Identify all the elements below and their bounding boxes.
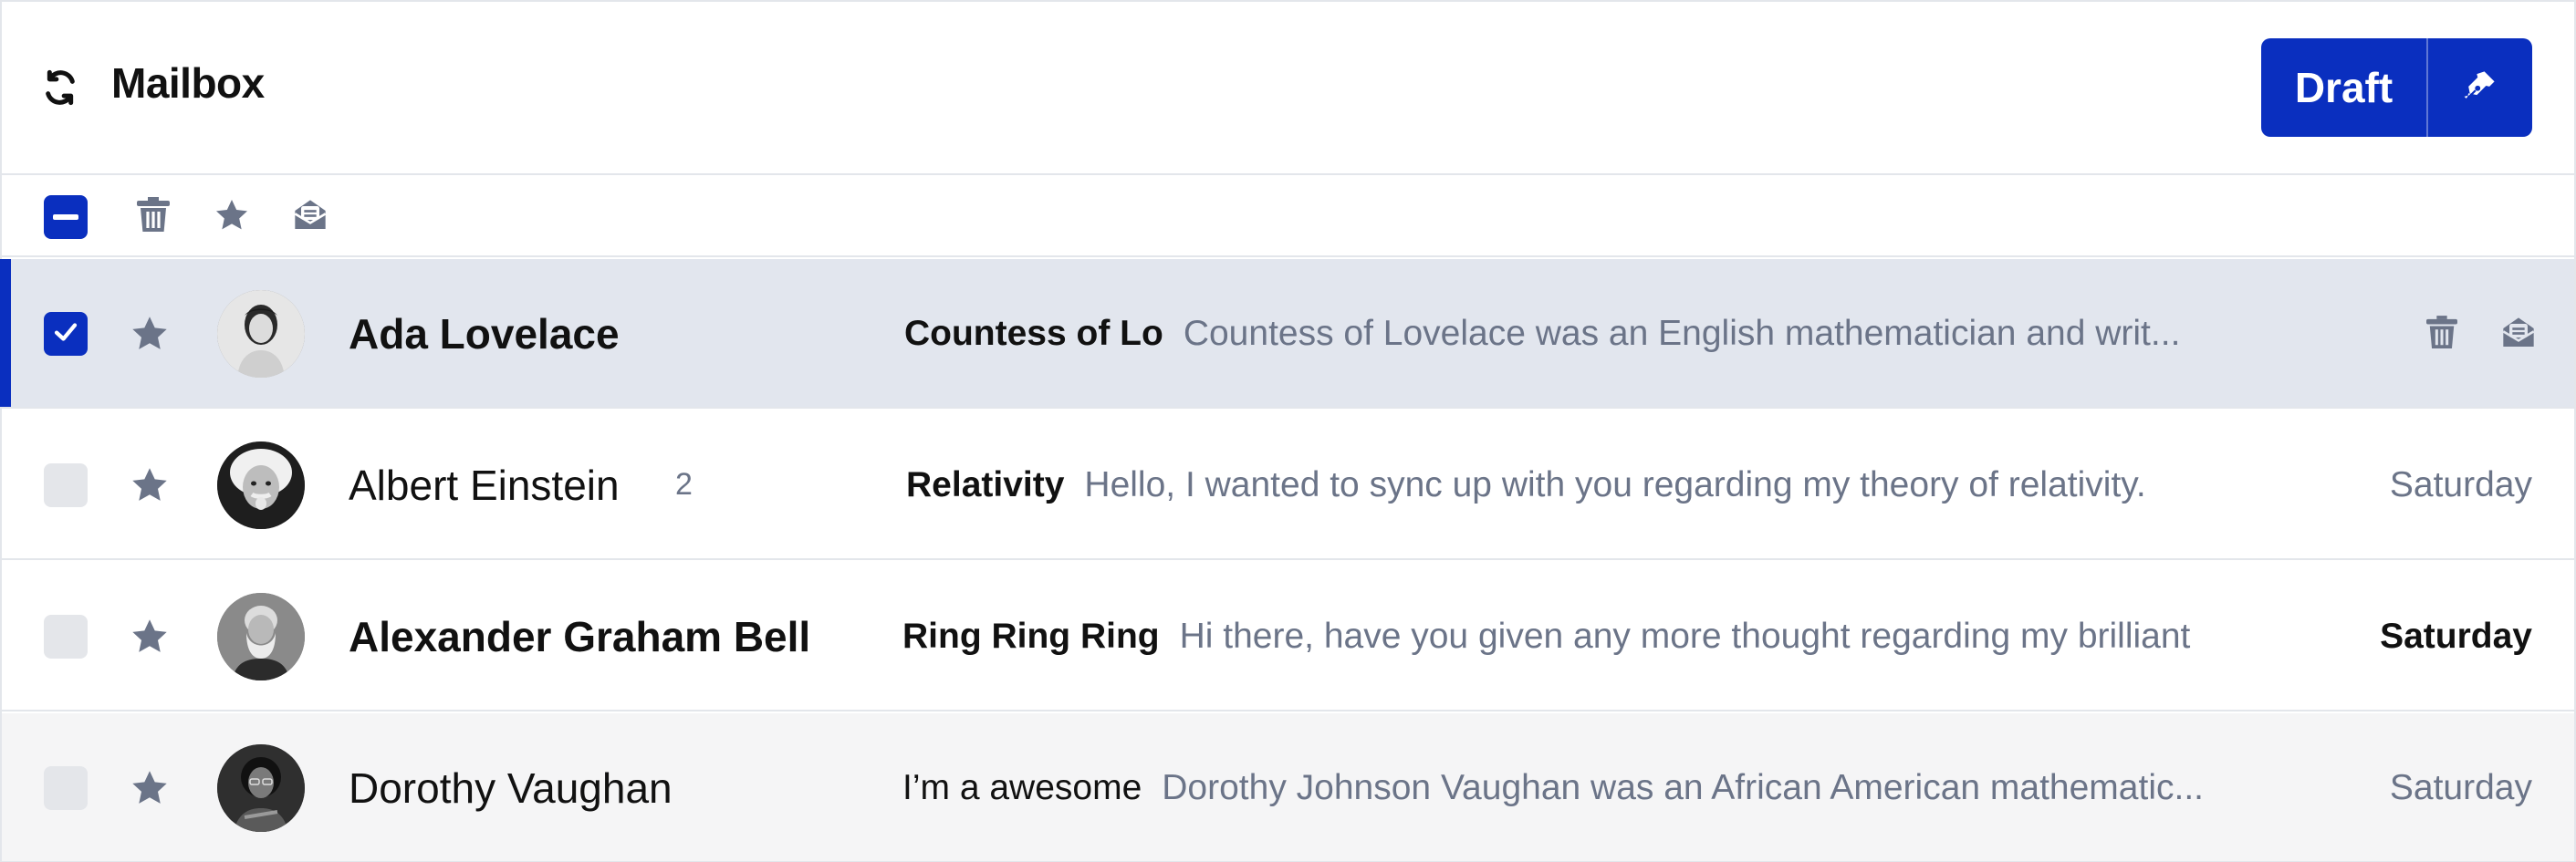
message-date: Saturday	[2380, 617, 2532, 656]
message-row[interactable]: Albert Einstein 2 Relativity Hello, I wan…	[2, 410, 2574, 560]
mailbox-panel: Mailbox Draft Ada Lovelace Countess of L…	[0, 0, 2576, 862]
subject: I’m a awesome	[902, 768, 1142, 807]
star-icon	[214, 197, 250, 238]
draft-button-group: Draft	[2261, 38, 2532, 137]
select-all-checkbox[interactable]	[44, 195, 88, 239]
avatar	[217, 441, 305, 529]
row-checkbox[interactable]	[44, 615, 88, 659]
select-all-indeterminate-icon	[53, 214, 78, 220]
compose-button[interactable]	[2428, 38, 2532, 137]
sender-name: Ada Lovelace	[349, 310, 620, 358]
bulk-delete-button[interactable]	[131, 195, 175, 239]
star-icon[interactable]	[130, 768, 170, 808]
bulk-mark-read-button[interactable]	[288, 195, 332, 239]
message-summary: Countess of Lo Countess of Lovelace was a…	[904, 314, 2180, 354]
mark-read-icon	[292, 197, 329, 238]
pen-icon	[2460, 66, 2500, 110]
message-date: Saturday	[2389, 768, 2532, 807]
preview-text: Dorothy Johnson Vaughan was an African A…	[1162, 768, 2204, 807]
trash-icon[interactable]	[2423, 312, 2461, 354]
preview-text: Countess of Lovelace was an English math…	[1183, 314, 2181, 353]
star-icon[interactable]	[130, 617, 170, 657]
sender-name: Dorothy Vaughan	[349, 764, 673, 812]
mailbox-header: Mailbox Draft	[2, 2, 2574, 175]
avatar	[217, 744, 305, 832]
subject: Countess of Lo	[904, 314, 1163, 353]
row-checkbox[interactable]	[44, 312, 88, 356]
star-icon[interactable]	[130, 314, 170, 354]
bulk-star-button[interactable]	[210, 195, 254, 239]
message-summary: Relativity Hello, I wanted to sync up wit…	[906, 465, 2146, 505]
message-row[interactable]: Alexander Graham Bell Ring Ring Ring Hi t…	[2, 562, 2574, 711]
check-icon	[52, 318, 79, 350]
sender-name: Albert Einstein	[349, 462, 620, 509]
message-summary: Ring Ring Ring Hi there, have you given a…	[902, 617, 2190, 657]
draft-button[interactable]: Draft	[2261, 38, 2426, 137]
avatar	[217, 593, 305, 680]
page-title: Mailbox	[111, 59, 265, 107]
sender-name: Alexander Graham Bell	[349, 613, 811, 660]
preview-text: Hi there, have you given any more though…	[1179, 617, 2191, 656]
mark-read-icon[interactable]	[2499, 312, 2538, 354]
avatar	[217, 290, 305, 378]
star-icon[interactable]	[130, 465, 170, 505]
refresh-icon[interactable]	[42, 69, 78, 106]
bulk-actions-toolbar	[2, 177, 2574, 257]
row-checkbox[interactable]	[44, 766, 88, 810]
message-row[interactable]: Ada Lovelace Countess of Lo Countess of L…	[0, 259, 2574, 409]
trash-icon	[137, 196, 170, 238]
selected-indicator	[0, 259, 11, 407]
message-summary: I’m a awesome Dorothy Johnson Vaughan was…	[902, 768, 2204, 808]
thread-count: 2	[675, 467, 693, 502]
message-row[interactable]: Dorothy Vaughan I’m a awesome Dorothy Joh…	[2, 713, 2574, 862]
subject: Ring Ring Ring	[902, 617, 1160, 656]
message-date: Saturday	[2389, 465, 2532, 504]
row-checkbox[interactable]	[44, 463, 88, 507]
row-hover-actions	[2423, 312, 2538, 354]
preview-text: Hello, I wanted to sync up with you rega…	[1084, 465, 2146, 504]
subject: Relativity	[906, 465, 1065, 504]
